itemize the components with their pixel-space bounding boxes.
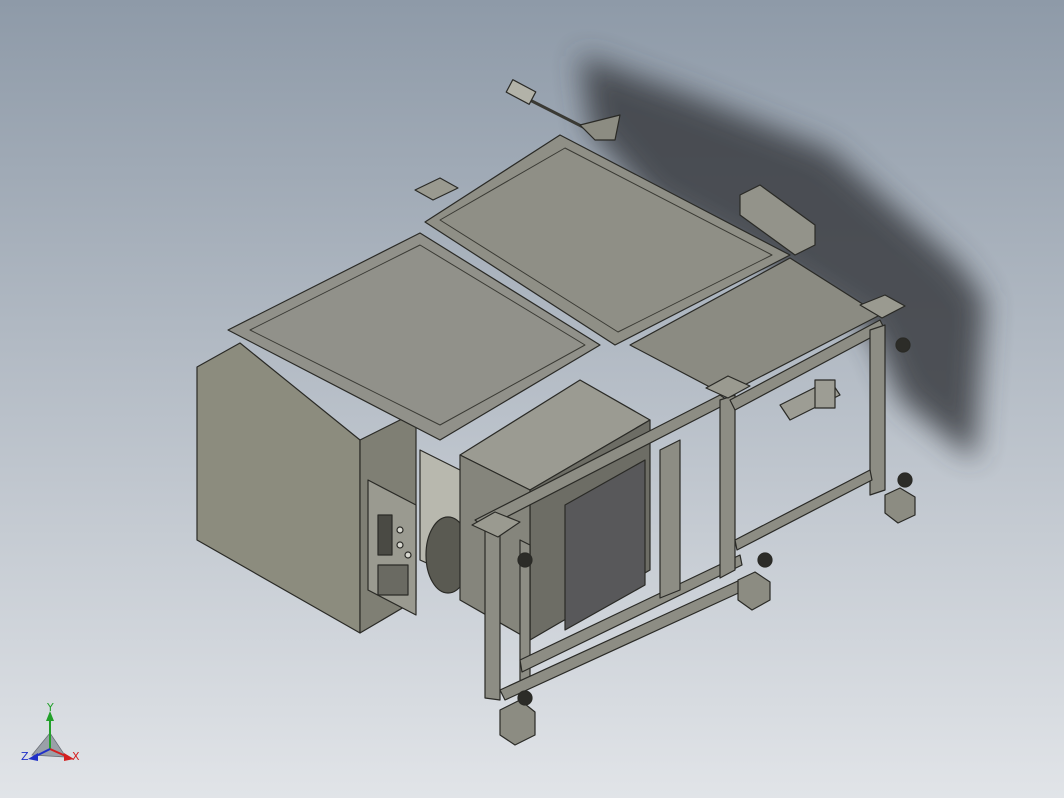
graphics-viewport[interactable]: Y X Z bbox=[0, 0, 1064, 798]
x-axis-label: X bbox=[72, 750, 80, 763]
y-axis-label: Y bbox=[46, 703, 54, 714]
model-view[interactable] bbox=[0, 0, 1064, 798]
coordinate-triad: Y X Z bbox=[20, 703, 84, 769]
z-axis-label: Z bbox=[21, 750, 29, 763]
